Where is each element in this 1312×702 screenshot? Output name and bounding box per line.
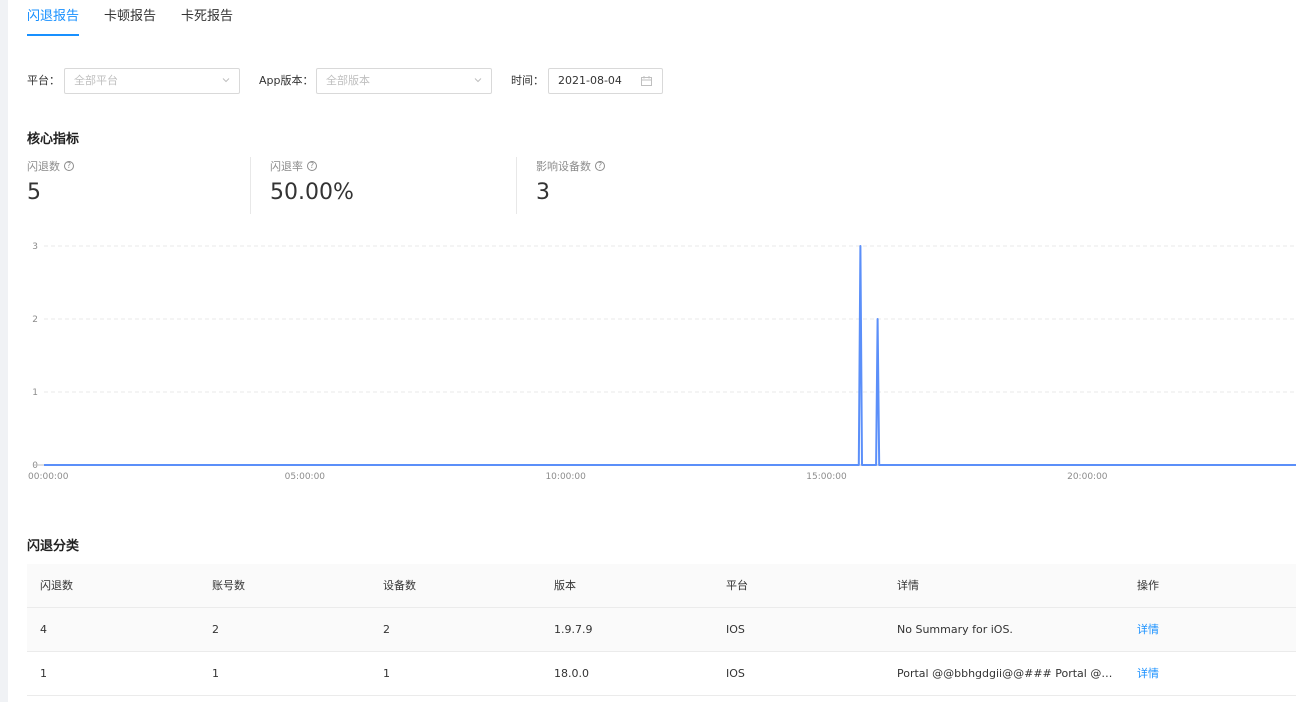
metric-crash-count: 闪退数? 5 — [27, 158, 74, 214]
time-label: 时间： — [511, 74, 544, 87]
table-header-row: 闪退数 账号数 设备数 版本 平台 详情 操作 — [27, 564, 1296, 608]
col-header-version: 版本 — [554, 579, 576, 592]
date-value: 2021-08-04 — [558, 74, 622, 87]
cell-version: 1.9.7.9 — [554, 623, 593, 636]
cell-devices: 1 — [383, 667, 390, 680]
crash-classify-title: 闪退分类 — [27, 539, 80, 554]
chevron-down-icon — [222, 78, 230, 83]
version-label: App版本： — [259, 74, 314, 87]
metric-crash-rate: 闪退率? 50.00% — [270, 158, 354, 214]
series-line — [44, 245, 1296, 466]
col-header-accounts: 账号数 — [212, 579, 245, 592]
chevron-down-icon — [474, 78, 482, 83]
cell-devices: 2 — [383, 623, 390, 636]
y-tick-label: 1 — [32, 388, 38, 398]
cell-accounts: 2 — [212, 623, 219, 636]
core-metrics-title: 核心指标 — [27, 132, 80, 147]
cell-accounts: 1 — [212, 667, 219, 680]
x-tick-label: 05:00:00 — [285, 472, 326, 482]
metric-label: 闪退率 — [270, 160, 303, 173]
metric-label: 闪退数 — [27, 160, 60, 173]
col-header-crashes: 闪退数 — [40, 579, 73, 592]
y-tick-label: 3 — [32, 242, 38, 252]
report-tabs: 闪退报告 卡顿报告 卡死报告 — [27, 0, 258, 36]
col-header-action: 操作 — [1137, 579, 1159, 592]
version-select[interactable]: 全部版本 — [316, 68, 492, 94]
detail-link[interactable]: 详情 — [1137, 652, 1159, 696]
crash-trend-chart: 0 1 2 3 00:00:00 05:00:00 10:00:00 15:00:00 20:0… — [28, 242, 1296, 482]
cell-version: 18.0.0 — [554, 667, 589, 680]
cell-detail: No Summary for iOS. — [897, 623, 1013, 636]
cell-platform: IOS — [726, 623, 745, 636]
col-header-devices: 设备数 — [383, 579, 416, 592]
x-tick-label: 00:00:00 — [28, 472, 69, 482]
metric-value: 50.00% — [270, 180, 354, 205]
metric-value: 3 — [536, 180, 550, 205]
metric-divider — [516, 157, 517, 214]
tab-crash-report[interactable]: 闪退报告 — [27, 0, 80, 36]
metric-affected-devices: 影响设备数? 3 — [536, 158, 605, 214]
x-tick-label: 10:00:00 — [545, 472, 586, 482]
col-header-platform: 平台 — [726, 579, 748, 592]
help-icon[interactable]: ? — [64, 161, 74, 171]
metric-divider — [250, 157, 251, 214]
help-icon[interactable]: ? — [307, 161, 317, 171]
crash-classify-table: 闪退数 账号数 设备数 版本 平台 详情 操作 4 2 2 1.9.7.9 IO… — [27, 564, 1296, 696]
platform-label: 平台： — [27, 74, 60, 87]
y-tick-label: 0 — [32, 461, 38, 471]
version-placeholder: 全部版本 — [326, 74, 370, 87]
tab-freeze-report[interactable]: 卡死报告 — [181, 0, 233, 36]
cell-crashes: 1 — [40, 667, 47, 680]
col-header-detail: 详情 — [897, 579, 919, 592]
platform-placeholder: 全部平台 — [74, 74, 118, 87]
cell-platform: IOS — [726, 667, 745, 680]
detail-link[interactable]: 详情 — [1137, 608, 1159, 652]
y-tick-label: 2 — [32, 315, 38, 325]
x-tick-label: 15:00:00 — [806, 472, 847, 482]
platform-select[interactable]: 全部平台 — [64, 68, 240, 94]
tab-lag-report[interactable]: 卡顿报告 — [104, 0, 156, 36]
calendar-icon — [641, 76, 652, 86]
metric-value: 5 — [27, 180, 41, 205]
cell-detail: Portal @@bbhgdgii@@### Portal @@cj... — [897, 667, 1122, 680]
help-icon[interactable]: ? — [595, 161, 605, 171]
date-picker[interactable]: 2021-08-04 — [548, 68, 663, 94]
x-tick-label: 20:00:00 — [1067, 472, 1108, 482]
cell-crashes: 4 — [40, 623, 47, 636]
table-row[interactable]: 4 2 2 1.9.7.9 IOS No Summary for iOS. 详情 — [27, 608, 1296, 652]
metric-label: 影响设备数 — [536, 160, 591, 173]
table-row[interactable]: 1 1 1 18.0.0 IOS Portal @@bbhgdgii@@### … — [27, 652, 1296, 696]
